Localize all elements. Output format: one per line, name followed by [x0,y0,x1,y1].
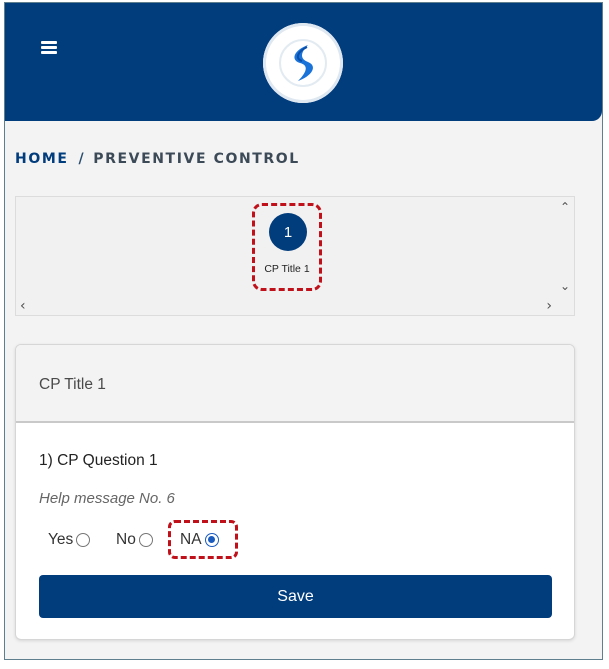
hamburger-menu-icon[interactable] [41,39,59,55]
scroll-left-icon[interactable]: ‹ [20,299,26,313]
logo-swoosh-icon [279,39,327,87]
scroll-up-icon[interactable]: ⌃ [560,201,570,213]
card-header: CP Title 1 [16,345,574,423]
scroll-down-icon[interactable]: ⌄ [560,280,570,292]
radio-na[interactable] [204,533,219,547]
app-frame: HOME / PREVENTIVE CONTROL ⌃ ⌄ ‹ › 1 CP Tit… [4,2,603,660]
option-yes-label: Yes [48,531,74,548]
question-text: 1) CP Question 1 [39,452,158,469]
option-na-label: NA [180,531,202,548]
option-yes[interactable]: Yes [48,531,91,549]
breadcrumb-separator: / [78,151,86,167]
step-label: CP Title 1 [264,263,310,275]
card-title: CP Title 1 [39,376,106,393]
step-navigator: ⌃ ⌄ ‹ › 1 CP Title 1 [15,196,575,316]
breadcrumb-current: PREVENTIVE CONTROL [93,151,300,167]
step-item-1[interactable]: 1 CP Title 1 [252,203,322,291]
option-no[interactable]: No [116,531,153,549]
scroll-right-icon[interactable]: › [546,299,552,313]
step-number-badge: 1 [269,213,307,251]
save-button[interactable]: Save [39,575,552,618]
breadcrumb: HOME / PREVENTIVE CONTROL [15,151,300,167]
help-message: Help message No. 6 [39,490,175,507]
app-logo-icon[interactable] [263,23,343,103]
question-card: CP Title 1 1) CP Question 1 Help message… [15,344,575,640]
radio-yes[interactable] [76,533,91,547]
answer-options: Yes No NA [16,520,574,560]
top-navbar [5,3,602,121]
radio-no[interactable] [138,533,153,547]
option-no-label: No [116,531,136,548]
option-na[interactable]: NA [180,531,219,549]
breadcrumb-home-link[interactable]: HOME [15,151,69,167]
